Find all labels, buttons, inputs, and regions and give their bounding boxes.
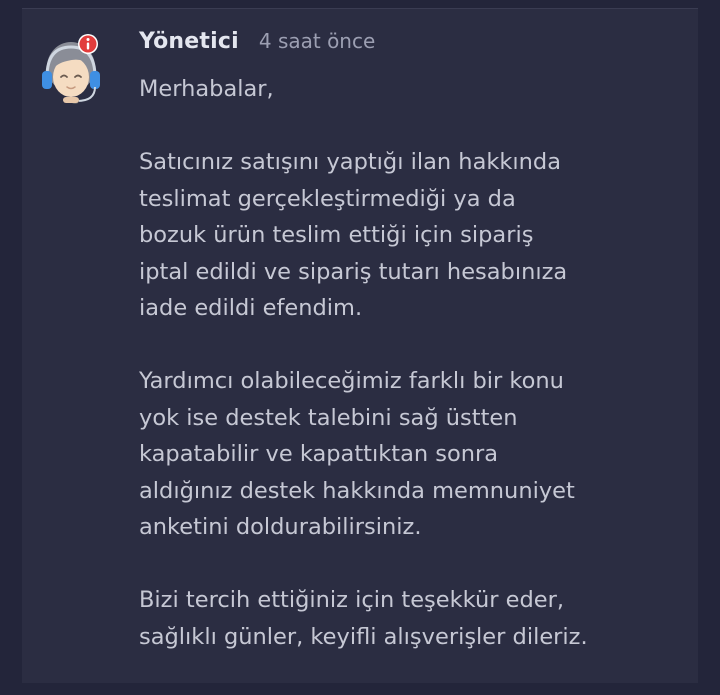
- support-agent-icon: [41, 34, 105, 109]
- message-paragraph-close-ticket: Yardımcı olabileceğimiz farklı bir konu …: [139, 368, 575, 540]
- message-paragraph-refund: Satıcınız satışını yaptığı ilan hakkında…: [139, 149, 568, 321]
- info-badge-icon: [78, 34, 98, 54]
- author-name: Yönetici: [139, 29, 239, 54]
- message-paragraph-thanks: Bizi tercih ettiğiniz için teşekkür eder…: [139, 587, 588, 650]
- message-timestamp: 4 saat önce: [258, 29, 376, 53]
- message-header: Yönetici 4 saat önce: [139, 29, 375, 54]
- message-paragraph-greeting: Merhabalar,: [139, 76, 274, 102]
- message-card: Yönetici 4 saat önce Merhabalar, Satıcın…: [22, 8, 698, 683]
- message-body: Merhabalar, Satıcınız satışını yaptığı i…: [139, 71, 689, 655]
